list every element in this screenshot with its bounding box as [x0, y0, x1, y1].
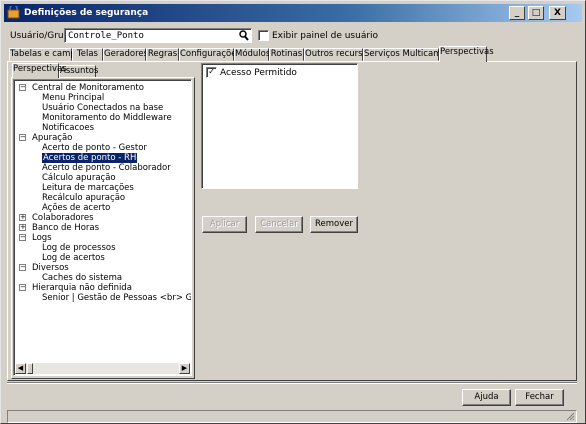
- perspectives-tree[interactable]: Central de Monitoramento − Menu Principal U…: [13, 79, 192, 376]
- tree-item[interactable]: Acerto de ponto - Gestor: [42, 143, 147, 153]
- check-icon: ✓: [208, 67, 215, 77]
- tree-item[interactable]: Cálculo apuração: [42, 173, 116, 183]
- maximize-button[interactable]: □: [528, 6, 544, 20]
- tree-item-label: Usuário Conectados na base: [42, 103, 164, 113]
- collapse-icon[interactable]: −: [19, 234, 26, 241]
- tree-item-label: Senior | Gestão de Pessoas <br> Gestão d…: [42, 293, 192, 303]
- tab-configuracoes[interactable]: Configurações: [179, 48, 241, 61]
- close-window-button[interactable]: X: [549, 6, 566, 20]
- tree-group[interactable]: Diversos: [32, 263, 69, 273]
- tree-item-label: Logs: [32, 233, 52, 243]
- show-user-panel-label: Exibir painel de usuário: [272, 31, 379, 41]
- show-user-panel-checkbox[interactable]: [258, 30, 269, 41]
- tree-item[interactable]: Usuário Conectados na base: [42, 103, 163, 113]
- remove-button[interactable]: Remover: [310, 216, 358, 233]
- tree-item-label: Banco de Horas: [32, 223, 100, 233]
- tree-item-label: Acertos de ponto - RH: [42, 153, 138, 163]
- tree-group[interactable]: Central de Monitoramento: [32, 83, 144, 93]
- tree-group[interactable]: Apuração: [32, 133, 72, 143]
- help-button[interactable]: Ajuda: [462, 389, 511, 406]
- tree-item-label: Central de Monitoramento: [32, 83, 144, 93]
- collapse-icon[interactable]: −: [19, 284, 26, 291]
- tree-item-label: Acerto de ponto - Gestor: [42, 143, 147, 153]
- collapse-icon[interactable]: −: [19, 264, 26, 271]
- tab-rotinas[interactable]: Rotinas: [269, 48, 304, 61]
- window-title: Definições de segurança: [24, 8, 149, 18]
- status-bar: [7, 410, 577, 423]
- tree-item-label: Colaboradores: [32, 213, 94, 223]
- tree-item[interactable]: Log de acertos: [42, 253, 105, 263]
- tree-item[interactable]: Menu Principal: [42, 93, 104, 103]
- minimize-button[interactable]: _: [509, 6, 525, 20]
- tree-item[interactable]: Caches do sistema: [42, 273, 122, 283]
- tree-item[interactable]: Leitura de marcações: [42, 183, 134, 193]
- tree-group[interactable]: Colaboradores: [32, 213, 94, 223]
- tree-item-label: Notificacoes: [42, 123, 95, 133]
- horizontal-scrollbar[interactable]: ◀ ▶: [15, 363, 190, 374]
- subtab-perspectivas[interactable]: Perspectivas: [12, 63, 67, 78]
- expand-icon[interactable]: +: [19, 214, 26, 221]
- expand-icon[interactable]: +: [19, 224, 26, 231]
- tree-item-label: Ações de acerto: [42, 203, 111, 213]
- tree-group[interactable]: Logs: [32, 233, 52, 243]
- tree-item-label: Menu Principal: [42, 93, 105, 103]
- close-button[interactable]: Fechar: [515, 389, 564, 406]
- tree-item[interactable]: Acerto de ponto - Colaborador: [42, 163, 171, 173]
- tree-item[interactable]: Ações de acerto: [42, 203, 110, 213]
- tree-item-label: Monitoramento do Middleware: [42, 113, 172, 123]
- tree-item[interactable]: Monitoramento do Middleware: [42, 113, 172, 123]
- user-group-field[interactable]: Controle_Ponto: [64, 28, 252, 43]
- tree-item-label: Caches do sistema: [42, 273, 123, 283]
- scroll-thumb[interactable]: [27, 363, 33, 374]
- tab-outros-recursos[interactable]: Outros recursos: [304, 48, 372, 61]
- tree-item-label: Log de acertos: [42, 253, 105, 263]
- tab-servicos-multicamada[interactable]: Serviços Multicamada: [363, 48, 457, 61]
- collapse-icon[interactable]: −: [19, 84, 26, 91]
- tree-item-label: Leitura de marcações: [42, 183, 134, 193]
- tab-regras[interactable]: Regras: [146, 48, 179, 61]
- user-group-value: Controle_Ponto: [68, 31, 144, 41]
- tree-item-label: Log de processos: [42, 243, 116, 253]
- apply-button[interactable]: Aplicar: [202, 216, 247, 233]
- tab-perspectivas[interactable]: Perspectivas: [439, 46, 494, 62]
- resize-grip-icon[interactable]: [566, 412, 575, 421]
- tree-group[interactable]: Banco de Horas: [32, 223, 99, 233]
- security-settings-window: Definições de segurança _ □ X Usuário/Gr…: [0, 0, 586, 424]
- tree-item-label: Recálculo apuração: [42, 193, 126, 203]
- search-icon[interactable]: [239, 30, 249, 41]
- permissions-list[interactable]: ✓ Acesso Permitido: [201, 63, 358, 189]
- tree-item-label: Apuração: [32, 133, 73, 143]
- tree-item-label: Cálculo apuração: [42, 173, 116, 183]
- tree-item-label: Diversos: [32, 263, 69, 273]
- tab-modulos[interactable]: Módulos: [234, 48, 270, 61]
- tree-item[interactable]: Recálculo apuração: [42, 193, 125, 203]
- tab-telas[interactable]: Telas: [72, 48, 103, 61]
- tree-item-label: Acerto de ponto - Colaborador: [42, 163, 171, 173]
- tree-item[interactable]: Notificacoes: [42, 123, 94, 133]
- cancel-button[interactable]: Cancelar: [255, 216, 303, 233]
- access-allowed-checkbox[interactable]: ✓: [206, 67, 217, 78]
- title-bar[interactable]: Definições de segurança _ □ X: [4, 4, 582, 22]
- tree-item-label: Hierarquia não definida: [32, 283, 132, 293]
- scroll-right-button[interactable]: ▶: [179, 363, 190, 374]
- tree-group[interactable]: Hierarquia não definida: [32, 283, 132, 293]
- access-allowed-label: Acesso Permitido: [220, 68, 297, 78]
- scroll-left-button[interactable]: ◀: [15, 363, 26, 374]
- app-icon: [7, 6, 20, 19]
- tab-tabelas-campos[interactable]: Tabelas e campos: [9, 48, 85, 61]
- collapse-icon[interactable]: −: [19, 134, 26, 141]
- divider: [7, 382, 577, 384]
- tree-item[interactable]: Acertos de ponto - RH: [42, 153, 138, 163]
- tree-item[interactable]: Log de processos: [42, 243, 116, 253]
- tree-item[interactable]: Senior | Gestão de Pessoas <br> Gestão d…: [42, 293, 192, 303]
- tab-geradores[interactable]: Geradores: [103, 48, 148, 61]
